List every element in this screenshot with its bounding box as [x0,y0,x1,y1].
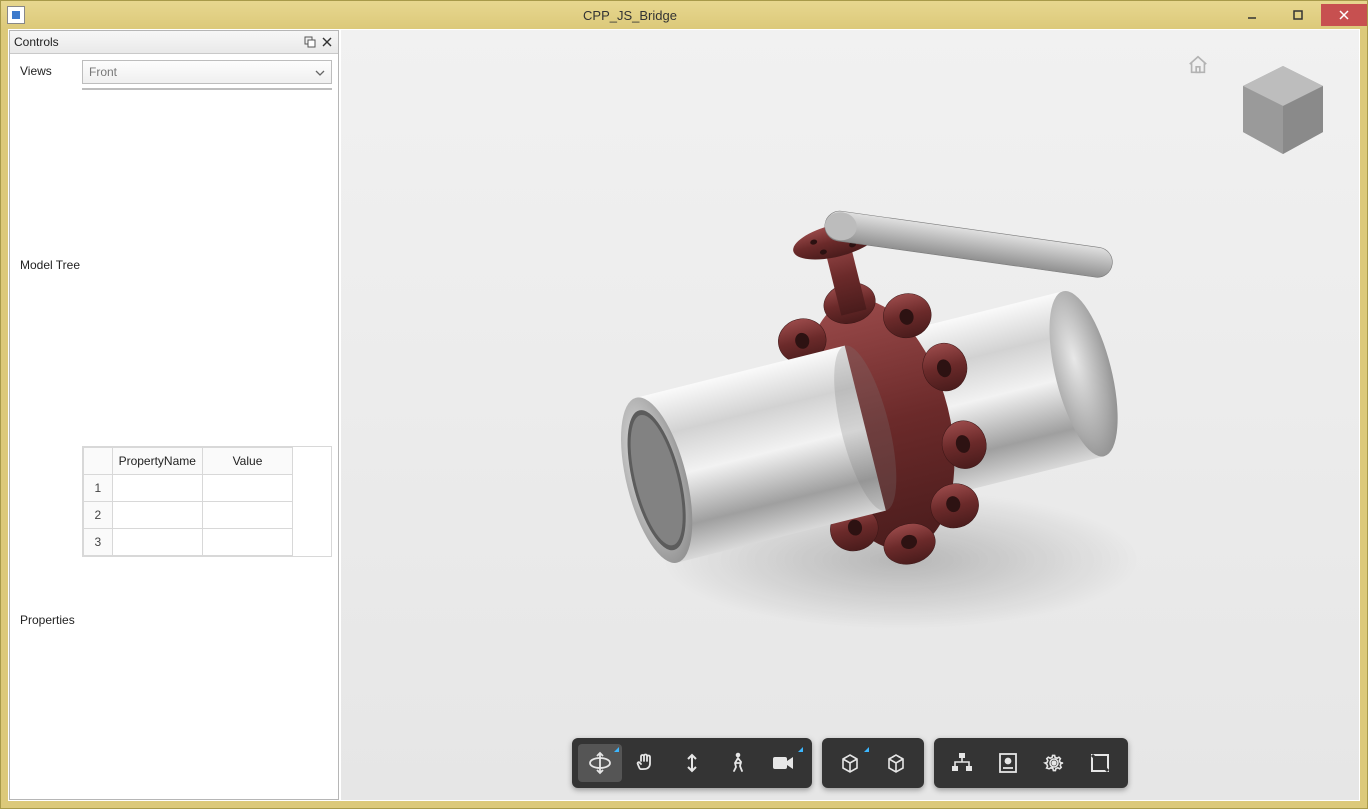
toolbar-group-nav [572,738,812,788]
camera-button[interactable] [762,744,806,782]
submenu-indicator-icon [864,747,869,752]
views-selected: Front [89,65,117,79]
home-icon[interactable] [1187,54,1209,79]
maximize-button[interactable] [1275,4,1321,26]
wireframe-button[interactable] [874,744,918,782]
model-tree[interactable] [82,88,332,90]
undock-icon[interactable] [303,35,317,49]
view-cube[interactable] [1237,60,1329,163]
model-tree-label: Model Tree [20,254,82,272]
window-title: CPP_JS_Bridge [31,8,1229,23]
chevron-down-icon [315,67,325,81]
settings-button[interactable] [1032,744,1076,782]
title-bar[interactable]: CPP_JS_Bridge [1,1,1367,29]
properties-table[interactable]: PropertyName Value 1 2 [82,446,332,557]
fullscreen-button[interactable] [1078,744,1122,782]
firstperson-button[interactable] [828,744,872,782]
viewport-3d[interactable] [341,30,1359,800]
viewer-toolbar [341,738,1359,788]
window-buttons [1229,4,1367,26]
table-row[interactable]: 3 [84,529,293,556]
walk-button[interactable] [716,744,760,782]
model-render [531,150,1231,670]
properties-button[interactable] [986,744,1030,782]
toolbar-group-tools [934,738,1128,788]
dolly-button[interactable] [670,744,714,782]
client-area: Controls Views Front [8,29,1360,801]
minimize-button[interactable] [1229,4,1275,26]
views-label: Views [20,60,82,78]
properties-label: Properties [20,609,82,627]
orbit-button[interactable] [578,744,622,782]
table-row[interactable]: 1 [84,475,293,502]
pan-button[interactable] [624,744,668,782]
close-panel-icon[interactable] [320,35,334,49]
col-propertyname[interactable]: PropertyName [112,448,202,475]
controls-panel-title: Controls [14,35,59,49]
toolbar-group-view [822,738,924,788]
col-value[interactable]: Value [202,448,292,475]
controls-panel: Controls Views Front [9,30,339,800]
model-browser-button[interactable] [940,744,984,782]
table-row[interactable]: 2 [84,502,293,529]
controls-panel-header[interactable]: Controls [10,31,338,54]
app-window: CPP_JS_Bridge Controls [0,0,1368,809]
close-button[interactable] [1321,4,1367,26]
views-dropdown[interactable]: Front [82,60,332,84]
submenu-indicator-icon [798,747,803,752]
table-corner [84,448,113,475]
submenu-indicator-icon [614,747,619,752]
app-icon [7,6,25,24]
